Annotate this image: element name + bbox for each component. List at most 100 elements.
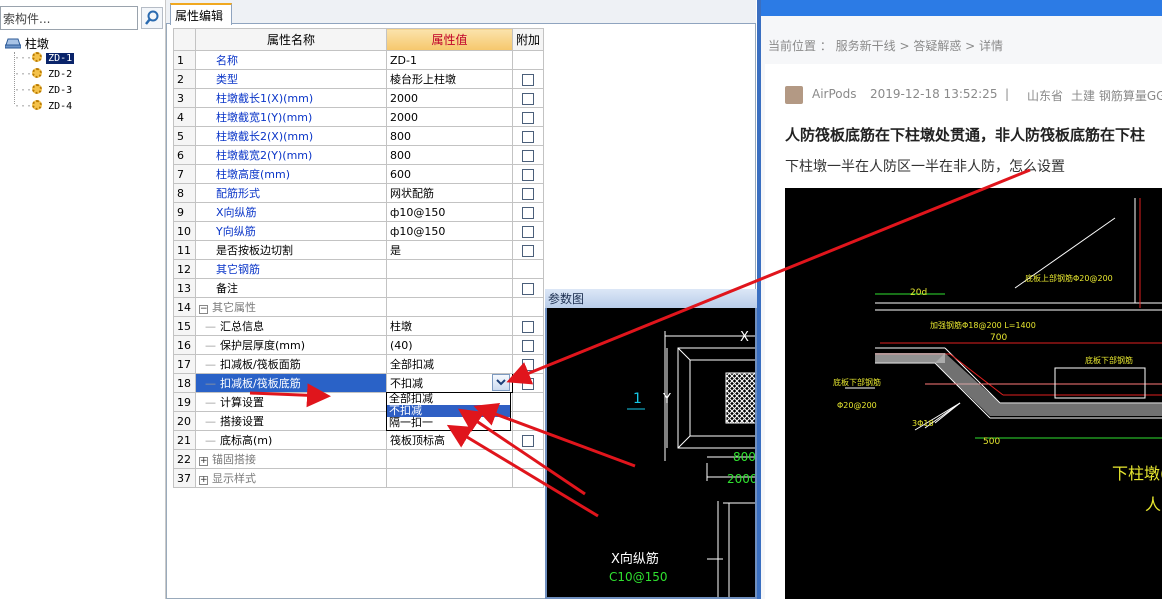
search-input[interactable]: 索构件... (0, 6, 138, 30)
property-row[interactable]: 1 名称 ZD-1 (173, 50, 545, 70)
tree-item-zd-4[interactable]: ··· ZD-4 (14, 100, 74, 116)
property-value-cell[interactable]: 柱墩 (386, 316, 513, 336)
property-value-cell[interactable]: ф10@150 (386, 202, 513, 222)
row-number: 9 (173, 202, 196, 222)
property-row[interactable]: 3 柱墩截长1(X)(mm) 2000 (173, 88, 545, 108)
property-value-cell[interactable] (386, 297, 513, 317)
property-value-cell[interactable]: (40) (386, 335, 513, 355)
param-label-y: Y (662, 392, 671, 407)
extra-checkbox[interactable] (522, 377, 534, 390)
property-row[interactable]: 17 — 扣减板/筏板面筋 全部扣减 (173, 354, 545, 374)
property-row[interactable]: 14− 其它属性 (173, 297, 545, 317)
property-row[interactable]: 22 + 锚固搭接 (173, 449, 545, 469)
extra-checkbox[interactable] (522, 149, 534, 162)
value-dropdown-list: 全部扣减 不扣减 隔一扣一 (386, 392, 511, 431)
property-row[interactable]: 7 柱墩高度(mm) 600 (173, 164, 545, 184)
property-row[interactable]: 10 Y向纵筋 ф10@150 (173, 221, 545, 241)
property-value-cell[interactable]: 2000 (386, 107, 513, 127)
property-value-cell[interactable] (386, 449, 513, 469)
tree-root-node[interactable]: 柱墩 (4, 35, 49, 51)
extra-checkbox[interactable] (522, 111, 534, 124)
property-row[interactable]: 4 柱墩截宽1(Y)(mm) 2000 (173, 107, 545, 127)
property-value-cell[interactable]: 网状配筋 (386, 183, 513, 203)
extra-checkbox[interactable] (522, 206, 534, 219)
param-dim-2000: 2000 (727, 472, 755, 486)
property-row[interactable]: 21 — 底标高(m) 筏板顶标高 (173, 430, 545, 450)
collapse-icon[interactable]: − (199, 305, 208, 314)
value-dropdown-button[interactable] (492, 374, 510, 391)
extra-checkbox[interactable] (522, 225, 534, 238)
property-name: 名称 (216, 54, 238, 67)
cad-drawing-image[interactable]: 20d 底板上部钢筋Φ20@200 加强钢筋Φ18@200 L=1400 700… (785, 188, 1162, 599)
property-row[interactable]: 16 — 保护层厚度(mm) (40) (173, 335, 545, 355)
property-value-cell[interactable]: 棱台形上柱墩 (386, 69, 513, 89)
property-name: 计算设置 (220, 396, 264, 409)
property-row[interactable]: 15 — 汇总信息 柱墩 (173, 316, 545, 336)
property-row[interactable]: 13 备注 (173, 278, 545, 298)
property-name: 显示样式 (212, 472, 256, 485)
parameter-figure: X Y 1 800 2000 X向纵筋 C10@150 (609, 330, 758, 597)
property-name-cell: — 汇总信息 (195, 316, 387, 336)
property-value-cell[interactable]: 全部扣减 (386, 354, 513, 374)
extra-checkbox[interactable] (522, 358, 534, 371)
param-x-rebar-spec: C10@150 (609, 570, 668, 584)
author-name[interactable]: AirPods (812, 87, 857, 101)
extra-checkbox[interactable] (522, 282, 534, 295)
property-row[interactable]: 8 配筋形式 网状配筋 (173, 183, 545, 203)
property-value-cell[interactable]: ZD-1 (386, 50, 513, 70)
extra-cell (511, 449, 545, 469)
search-button[interactable] (141, 7, 163, 29)
tree-item-zd-3[interactable]: ··· ZD-3 (14, 84, 74, 100)
avatar[interactable] (785, 86, 803, 104)
property-value-cell[interactable]: ф10@150 (386, 221, 513, 241)
property-name-cell: Y向纵筋 (195, 221, 387, 241)
extra-checkbox[interactable] (522, 92, 534, 105)
cad-label-add-rebar: 加强钢筋Φ18@200 L=1400 (930, 320, 1036, 330)
property-name-header: 属性名称 (195, 28, 387, 51)
extra-cell (511, 354, 545, 374)
property-row[interactable]: 11 是否按板边切割 是 (173, 240, 545, 260)
property-value-cell[interactable] (386, 278, 513, 298)
extra-checkbox[interactable] (522, 168, 534, 181)
tree-line: — (205, 434, 216, 447)
dropdown-option-alternate[interactable]: 隔一扣一 (387, 417, 510, 429)
property-value-cell[interactable] (386, 468, 513, 488)
property-value-cell[interactable]: 600 (386, 164, 513, 184)
expand-icon[interactable]: + (199, 476, 208, 485)
property-row[interactable]: 6 柱墩截宽2(Y)(mm) 800 (173, 145, 545, 165)
row-number: 18 (173, 373, 196, 393)
property-value-cell[interactable] (386, 259, 513, 279)
extra-checkbox[interactable] (522, 73, 534, 86)
extra-checkbox[interactable] (522, 130, 534, 143)
extra-checkbox[interactable] (522, 244, 534, 257)
property-value-cell[interactable]: 2000 (386, 88, 513, 108)
row-number: 7 (173, 164, 196, 184)
property-value-cell[interactable]: 筏板顶标高 (386, 430, 513, 450)
extra-cell (511, 126, 545, 146)
tree-item-zd-1[interactable]: ··· ZD-1 (14, 52, 75, 68)
property-row[interactable]: 2 类型 棱台形上柱墩 (173, 69, 545, 89)
row-number: 21 (173, 430, 196, 450)
expand-icon[interactable]: + (199, 457, 208, 466)
property-row[interactable]: 5 柱墩截长2(X)(mm) 800 (173, 126, 545, 146)
property-value-cell[interactable]: 800 (386, 126, 513, 146)
row-number: 16 (173, 335, 196, 355)
property-row[interactable]: 37 + 显示样式 (173, 468, 545, 488)
tree-item-zd-2[interactable]: ··· ZD-2 (14, 68, 74, 84)
extra-checkbox[interactable] (522, 187, 534, 200)
extra-checkbox[interactable] (522, 339, 534, 352)
property-row[interactable]: 9 X向纵筋 ф10@150 (173, 202, 545, 222)
breadcrumb[interactable]: 当前位置 ： 服务新干线 > 答疑解惑 > 详情 (768, 37, 1003, 54)
property-row[interactable]: 18— 扣减板/筏板底筋 不扣减 (173, 373, 545, 393)
property-name: 其它属性 (212, 301, 256, 314)
property-value-cell[interactable]: 是 (386, 240, 513, 260)
property-name-cell: + 显示样式 (195, 468, 387, 488)
property-name: 锚固搭接 (212, 453, 256, 466)
property-name-cell: 柱墩截宽2(Y)(mm) (195, 145, 387, 165)
property-value-cell[interactable]: 800 (386, 145, 513, 165)
post-time: 2019-12-18 13:52:25 (870, 87, 998, 101)
tab-property-edit[interactable]: 属性编辑 (170, 3, 232, 25)
property-row[interactable]: 12 其它钢筋 (173, 259, 545, 279)
extra-checkbox[interactable] (522, 434, 534, 447)
extra-checkbox[interactable] (522, 320, 534, 333)
